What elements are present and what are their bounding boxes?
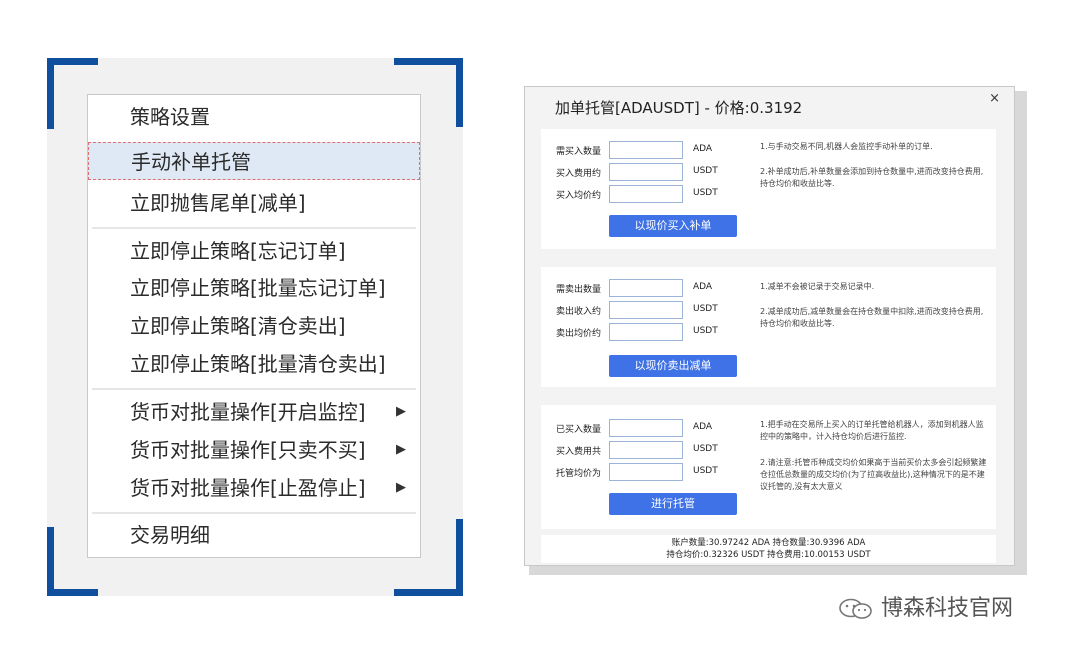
host-avg-price-input[interactable] — [609, 463, 683, 481]
menu-item-label: 货币对批量操作[开启监控] — [130, 400, 366, 424]
menu-item-batch-take-profit-stop[interactable]: 货币对批量操作[止盈停止] ▶ — [88, 469, 420, 507]
field-label: 需买入数量 — [556, 147, 602, 157]
close-icon[interactable]: × — [989, 91, 1000, 106]
buy-avg-price-input[interactable] — [609, 185, 683, 203]
sell-quantity-input[interactable] — [609, 279, 683, 297]
account-summary-line-2: 持仓均价:0.32326 USDT 持仓费用:10.00153 USDT — [666, 550, 871, 560]
menu-item-strategy-settings[interactable]: 策略设置 — [88, 98, 420, 136]
account-summary-line-1: 账户数量:30.97242 ADA 持仓数量:30.9396 ADA — [671, 538, 866, 548]
add-order-hosting-dialog: 加单托管[ADAUSDT] - 价格:0.3192 × 需买入数量 ADA 买入… — [524, 86, 1015, 566]
sell-income-input[interactable] — [609, 301, 683, 319]
host-confirm-button[interactable]: 进行托管 — [609, 493, 737, 515]
unit-label: ADA — [693, 144, 713, 154]
field-label: 已买入数量 — [556, 425, 602, 435]
field-label: 卖出收入约 — [556, 307, 602, 317]
buy-add-order-button[interactable]: 以现价买入补单 — [609, 215, 737, 237]
context-menu: 策略设置 手动补单托管 立即抛售尾单[减单] 立即停止策略[忘记订单] 立即停止… — [87, 94, 421, 558]
account-summary: 账户数量:30.97242 ADA 持仓数量:30.9396 ADA 持仓均价:… — [541, 535, 996, 563]
unit-label: USDT — [693, 166, 718, 176]
menu-item-batch-enable-monitoring[interactable]: 货币对批量操作[开启监控] ▶ — [88, 393, 420, 431]
menu-item-stop-batch-forget-orders[interactable]: 立即停止策略[批量忘记订单] — [88, 269, 420, 307]
sell-note-2: 2.减单成功后,减单数量会在持仓数量中扣除,进而改变持仓费用,持仓均价和收益比等… — [760, 307, 984, 328]
menu-item-trade-details[interactable]: 交易明细 — [88, 516, 420, 554]
menu-item-label: 手动补单托管 — [131, 150, 251, 174]
menu-item-stop-liquidate[interactable]: 立即停止策略[清仓卖出] — [88, 307, 420, 345]
unit-label: USDT — [693, 444, 718, 454]
menu-item-sell-tail-order[interactable]: 立即抛售尾单[减单] — [88, 184, 420, 222]
menu-item-label: 货币对批量操作[只卖不买] — [130, 438, 366, 462]
watermark-text: 博森科技官网 — [881, 596, 1014, 621]
buy-note-2: 2.补单成功后,补单数量会添加到持仓数量中,进而改变持仓费用,持仓均价和收益比等… — [760, 167, 984, 188]
sell-avg-price-input[interactable] — [609, 323, 683, 341]
unit-label: USDT — [693, 326, 718, 336]
host-note-1: 1.把手动在交易所上买入的订单托管给机器人，添加到机器人监控中的策略中，计入持仓… — [760, 420, 984, 441]
field-label: 买入均价约 — [556, 191, 602, 201]
buy-cost-input[interactable] — [609, 163, 683, 181]
submenu-arrow-icon: ▶ — [396, 404, 406, 419]
menu-item-label: 货币对批量操作[止盈停止] — [130, 476, 366, 500]
unit-label: ADA — [693, 282, 713, 292]
host-cost-input[interactable] — [609, 441, 683, 459]
buy-note-1: 1.与手动交易不同,机器人会监控手动补单的订单. — [760, 142, 933, 151]
buy-panel: 需买入数量 ADA 买入费用约 USDT 买入均价约 USDT 1.与手动交易不… — [541, 129, 996, 249]
menu-item-label: 立即停止策略[清仓卖出] — [130, 314, 346, 338]
submenu-arrow-icon: ▶ — [396, 442, 406, 457]
field-label: 买入费用共 — [556, 447, 602, 457]
field-label: 托管均价为 — [556, 469, 602, 479]
menu-item-batch-sell-only[interactable]: 货币对批量操作[只卖不买] ▶ — [88, 431, 420, 469]
submenu-arrow-icon: ▶ — [396, 480, 406, 495]
menu-item-label: 策略设置 — [130, 105, 210, 129]
host-quantity-input[interactable] — [609, 419, 683, 437]
menu-item-label: 交易明细 — [130, 523, 210, 547]
menu-separator — [92, 388, 416, 390]
host-note-2: 2.请注意:托管币种成交均价如果高于当前买价太多会引起频繁建仓拉低总数量的成交均… — [760, 458, 987, 491]
buy-quantity-input[interactable] — [609, 141, 683, 159]
menu-item-label: 立即停止策略[忘记订单] — [130, 239, 346, 263]
watermark: 博森科技官网 — [838, 590, 1013, 622]
menu-item-label: 立即停止策略[批量清仓卖出] — [130, 352, 386, 376]
dialog-title: 加单托管[ADAUSDT] - 价格:0.3192 — [555, 99, 803, 117]
menu-item-manual-add-order-hosting[interactable]: 手动补单托管 — [88, 142, 420, 180]
unit-label: ADA — [693, 422, 713, 432]
unit-label: USDT — [693, 188, 718, 198]
menu-item-label: 立即停止策略[批量忘记订单] — [130, 276, 386, 300]
menu-item-stop-forget-orders[interactable]: 立即停止策略[忘记订单] — [88, 232, 420, 270]
menu-separator — [92, 512, 416, 514]
wechat-icon — [838, 597, 874, 621]
menu-item-label: 立即抛售尾单[减单] — [130, 191, 306, 215]
sell-reduce-order-button[interactable]: 以现价卖出减单 — [609, 355, 737, 377]
field-label: 卖出均价约 — [556, 329, 602, 339]
host-panel: 已买入数量 ADA 买入费用共 USDT 托管均价为 USDT 1.把手动在交易… — [541, 405, 996, 529]
unit-label: USDT — [693, 304, 718, 314]
unit-label: USDT — [693, 466, 718, 476]
field-label: 买入费用约 — [556, 169, 602, 179]
sell-panel: 需卖出数量 ADA 卖出收入约 USDT 卖出均价约 USDT 1.减单不会被记… — [541, 267, 996, 387]
menu-separator — [92, 227, 416, 229]
menu-item-stop-batch-liquidate[interactable]: 立即停止策略[批量清仓卖出] — [88, 345, 420, 383]
field-label: 需卖出数量 — [556, 285, 602, 295]
sell-note-1: 1.减单不会被记录于交易记录中. — [760, 282, 875, 291]
